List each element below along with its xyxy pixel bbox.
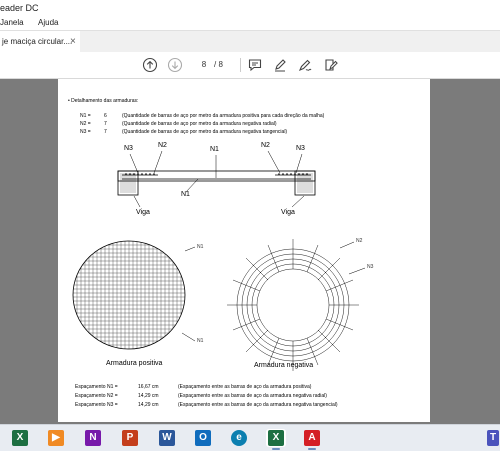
taskbar-edge-icon[interactable]: e	[229, 429, 249, 447]
toolbar: 8 / 8	[0, 52, 500, 79]
document-tab[interactable]: je maciça circular.... ×	[0, 31, 80, 52]
next-page-icon[interactable]	[167, 57, 183, 73]
spacing-n3-desc: (Espaçamento entre as barras de aço da a…	[178, 402, 338, 408]
label-positive-n1-top: N1	[197, 244, 204, 250]
spacing-n1-name: Espaçamento N1 =	[75, 384, 118, 390]
label-n2-right: N2	[261, 142, 270, 149]
taskbar-teams-icon[interactable]: T	[486, 429, 500, 447]
onenote-icon: N	[85, 430, 101, 446]
taskbar-powerpoint-icon[interactable]: P	[120, 429, 140, 447]
pdf-page: • Detalhamento das armaduras: N1 = 6 (Qu…	[58, 79, 430, 422]
fill-and-sign-icon[interactable]	[323, 57, 339, 73]
sign-icon[interactable]	[297, 57, 313, 73]
spacing-n2-desc: (Espaçamento entre as barras de aço da a…	[178, 393, 327, 399]
teams-icon: T	[487, 430, 499, 446]
label-n3-right: N3	[296, 145, 305, 152]
close-tab-icon[interactable]: ×	[70, 31, 76, 52]
spacing-n3-value: 14,29 cm	[138, 402, 159, 408]
comment-icon[interactable]	[247, 57, 263, 73]
page-count: / 8	[214, 60, 223, 69]
media-player-icon: ▶	[48, 430, 64, 446]
edge-icon: e	[231, 430, 247, 446]
label-viga-right: Viga	[281, 209, 295, 216]
excel-open-icon: X	[268, 430, 284, 446]
label-negative-n3: N3	[367, 264, 374, 270]
title-bar: eader DC	[0, 0, 500, 16]
label-viga-left: Viga	[136, 209, 150, 216]
menu-janela[interactable]: Janela	[0, 16, 24, 30]
spacing-n1-desc: (Espaçamento entre as barras de aço da a…	[178, 384, 312, 390]
excel-icon: X	[12, 430, 28, 446]
label-n2-left: N2	[158, 142, 167, 149]
taskbar: X ▶ N P W O e X A T	[0, 424, 500, 451]
acrobat-reader-icon: A	[304, 430, 320, 446]
label-negative-n2: N2	[356, 238, 363, 244]
positive-mesh	[73, 241, 185, 349]
taskbar-outlook-icon[interactable]: O	[193, 429, 213, 447]
word-icon: W	[159, 430, 175, 446]
spacing-n2-value: 14,29 cm	[138, 393, 159, 399]
taskbar-media-player-icon[interactable]: ▶	[46, 429, 66, 447]
negative-caption: Armadura negativa	[254, 362, 314, 369]
document-viewer[interactable]: • Detalhamento das armaduras: N1 = 6 (Qu…	[0, 79, 500, 424]
outlook-icon: O	[195, 430, 211, 446]
taskbar-acrobat-icon[interactable]: A	[302, 429, 322, 450]
page-number-input[interactable]: 8	[195, 59, 213, 71]
taskbar-excel-open-icon[interactable]: X	[266, 429, 286, 450]
label-n1-top: N1	[210, 146, 219, 153]
label-positive-n1-bottom: N1	[197, 338, 204, 344]
window-title: eader DC	[0, 3, 39, 13]
positive-caption: Armadura positiva	[106, 360, 163, 367]
spacing-n2-name: Espaçamento N2 =	[75, 393, 118, 399]
label-n3-left: N3	[124, 145, 133, 152]
spacing-n1-value: 16,67 cm	[138, 384, 159, 390]
label-n1-bottom: N1	[181, 191, 190, 198]
document-tab-title: je maciça circular....	[2, 37, 73, 46]
previous-page-icon[interactable]	[142, 57, 158, 73]
slab	[117, 170, 316, 182]
taskbar-excel-icon[interactable]: X	[10, 429, 30, 447]
taskbar-onenote-icon[interactable]: N	[83, 429, 103, 447]
highlight-pen-icon[interactable]	[272, 57, 288, 73]
menu-ajuda[interactable]: Ajuda	[38, 16, 58, 30]
negative-radial-bars	[227, 239, 359, 371]
tab-bar: je maciça circular.... ×	[0, 30, 500, 53]
powerpoint-icon: P	[122, 430, 138, 446]
spacing-n3-name: Espaçamento N3 =	[75, 402, 118, 408]
toolbar-divider	[240, 58, 241, 72]
menu-bar: Janela Ajuda	[0, 16, 500, 30]
slab-section-drawing	[72, 150, 366, 371]
taskbar-word-icon[interactable]: W	[157, 429, 177, 447]
